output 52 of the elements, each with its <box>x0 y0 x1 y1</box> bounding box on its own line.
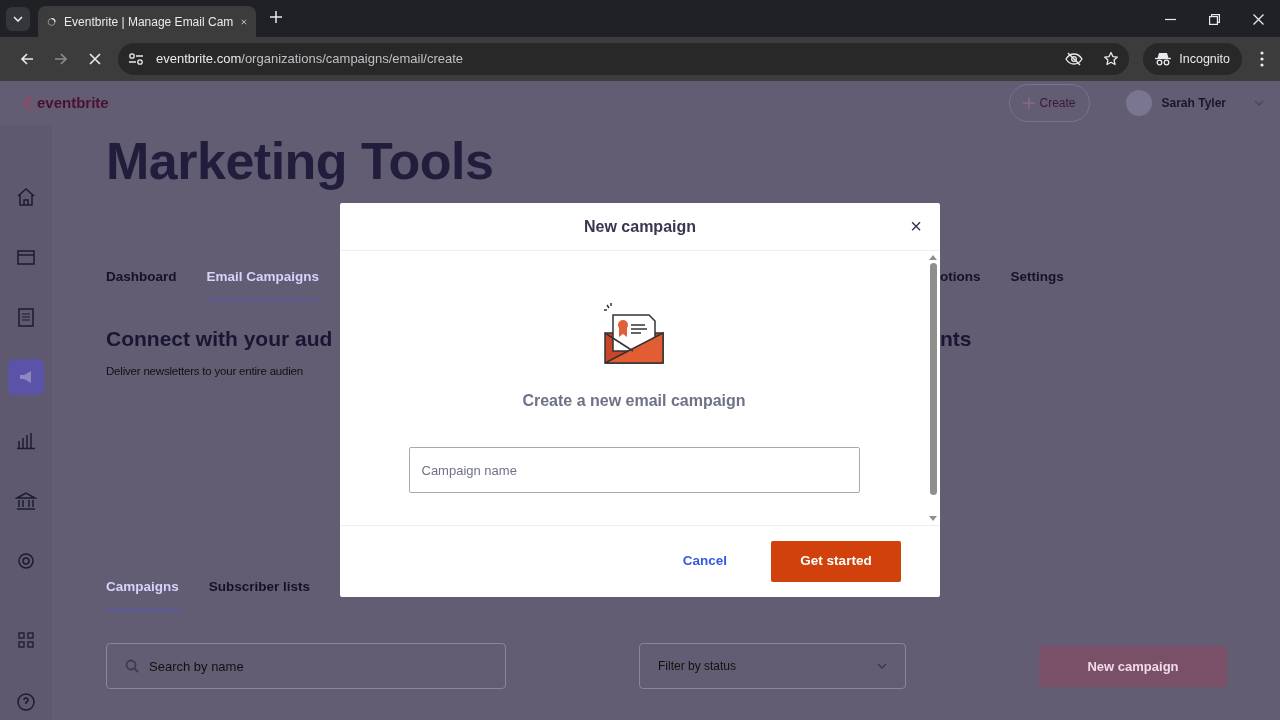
stop-loading-icon[interactable] <box>88 52 102 66</box>
forward-arrow-icon[interactable] <box>54 52 68 66</box>
bank-icon <box>15 490 37 512</box>
kebab-menu-icon[interactable] <box>1260 51 1264 67</box>
back-arrow-icon[interactable] <box>20 52 34 66</box>
tab-list-button[interactable] <box>6 7 30 31</box>
incognito-button[interactable]: Incognito <box>1143 43 1242 75</box>
close-button[interactable]: × <box>908 214 924 238</box>
chevron-down-icon <box>13 16 23 22</box>
new-campaign-button[interactable]: New campaign <box>1039 645 1227 687</box>
home-icon <box>15 186 37 208</box>
help-icon <box>15 691 37 713</box>
star-icon[interactable] <box>1103 51 1120 67</box>
new-tab-plus-icon[interactable] <box>270 10 282 23</box>
list-tab[interactable]: Campaigns <box>106 577 179 612</box>
search-field[interactable]: Search by name <box>106 643 506 690</box>
envelope-certificate-icon <box>603 303 665 365</box>
scroll-up-arrow-icon <box>929 255 937 260</box>
search-icon <box>125 659 139 674</box>
scroll-down-arrow-icon <box>929 516 937 521</box>
user-name[interactable]: Sarah Tyler <box>1161 94 1226 112</box>
campaign-name-field[interactable]: Campaign name <box>408 447 860 493</box>
restore-icon[interactable] <box>1209 14 1220 25</box>
dialog-title: New campaign <box>584 216 696 237</box>
list-tab[interactable]: Subscriber lists <box>208 577 311 612</box>
logo[interactable]: eventbrite <box>22 91 109 115</box>
close-icon[interactable] <box>1253 14 1264 25</box>
browser-tab[interactable]: Eventbrite | Manage Email Cam <box>38 6 256 37</box>
get-started-button[interactable]: Get started <box>771 541 901 582</box>
site-settings-icon[interactable] <box>128 52 144 66</box>
tab-title: Eventbrite | Manage Email Cam <box>64 13 234 31</box>
section-heading: Connect with your aud <box>106 326 334 353</box>
url-text: eventbrite.com/organizations/campaigns/email/create <box>156 50 465 69</box>
eye-slash-icon[interactable] <box>1065 52 1084 66</box>
page-title: Marketing Tools <box>106 133 495 189</box>
status-filter-dropdown[interactable]: Filter by status <box>639 643 906 690</box>
cancel-button[interactable]: Cancel <box>676 550 733 573</box>
page-tab[interactable]: Settings <box>1010 267 1064 302</box>
dialog-prompt: Create a new email campaign <box>522 391 746 411</box>
page-tab[interactable]: Email Campaigns <box>206 267 320 302</box>
document-icon <box>15 306 37 328</box>
section-heading: nts <box>940 326 973 353</box>
chevron-down-icon <box>877 663 887 670</box>
page-tab[interactable]: otions <box>940 267 981 302</box>
logo-mark-icon <box>22 95 34 111</box>
section-description: Deliver newsletters to your entire audien <box>106 363 304 379</box>
incognito-icon <box>1155 52 1172 66</box>
apps-grid-icon <box>15 629 37 651</box>
sidebar-item[interactable] <box>8 359 44 395</box>
address-bar[interactable]: eventbrite.com/organizations/campaigns/email/create <box>118 43 1130 75</box>
plus-icon <box>1023 97 1036 109</box>
page-tab[interactable]: Dashboard <box>106 267 177 302</box>
